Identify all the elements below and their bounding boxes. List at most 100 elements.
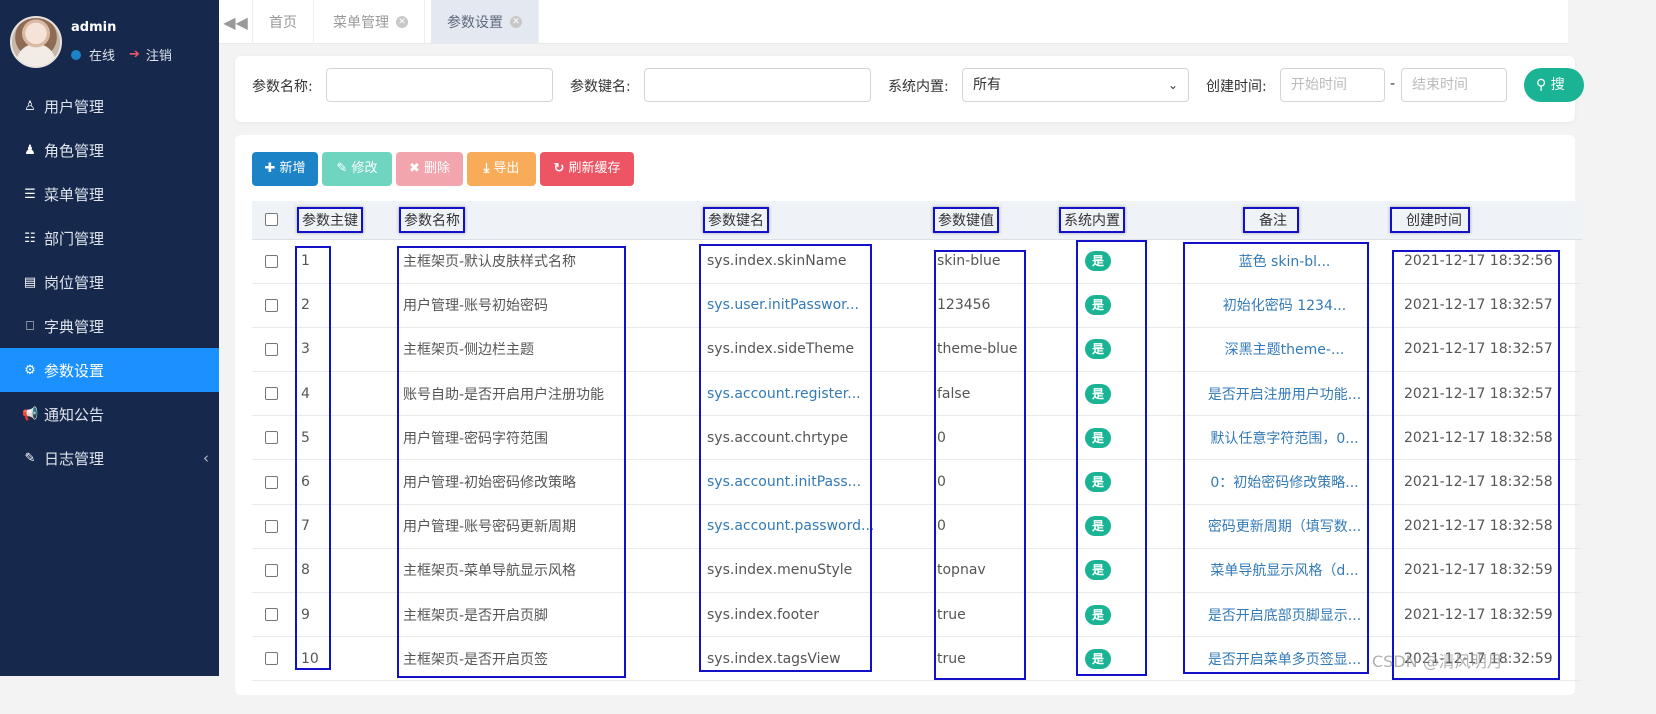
table-row[interactable]: 6 用户管理-初始密码修改策略 sys.account.initPass... 0 是 0… xyxy=(252,459,1582,505)
tab-config-settings[interactable]: 参数设置 ✕ xyxy=(431,0,539,44)
remark-link[interactable]: 菜单导航显示风格（d... xyxy=(1210,563,1358,579)
row-checkbox[interactable] xyxy=(265,652,278,666)
row-checkbox-cell[interactable] xyxy=(252,636,296,682)
remark-link[interactable]: 默认任意字符范围，0... xyxy=(1210,431,1358,447)
cell-builtin: 是 xyxy=(1059,636,1179,682)
col-header-label: 系统内置 xyxy=(1059,206,1125,233)
col-header-key[interactable]: 参数键名 xyxy=(701,201,933,240)
begin-time-input[interactable]: 开始时间 xyxy=(1280,68,1385,102)
row-checkbox[interactable] xyxy=(265,298,278,312)
row-checkbox[interactable] xyxy=(265,563,278,577)
end-time-input[interactable]: 结束时间 xyxy=(1401,68,1507,102)
row-checkbox-cell[interactable] xyxy=(252,592,296,638)
delete-button[interactable]: ✖ 删除 xyxy=(396,152,463,186)
remark-link[interactable]: 是否开启底部页脚显示... xyxy=(1208,608,1361,624)
select-all-checkbox-cell[interactable] xyxy=(252,201,296,240)
remark-link[interactable]: 0：初始密码修改策略... xyxy=(1210,475,1358,491)
row-checkbox-cell[interactable] xyxy=(252,371,296,417)
sidebar-item-4[interactable]: ▤ 岗位管理 xyxy=(0,260,219,304)
online-dot-icon xyxy=(71,49,81,60)
table-row[interactable]: 3 主框架页-侧边栏主题 sys.index.sideTheme theme-blue… xyxy=(252,327,1582,373)
table-body: 1 主框架页-默认皮肤样式名称 sys.index.skinName skin-blu… xyxy=(252,239,1582,682)
col-header-remark[interactable]: 备注 xyxy=(1179,201,1390,240)
search-form: 参数名称: 参数键名: 系统内置: 所有 ⌄ 创建时间: 开始时间 - 结束时间… xyxy=(235,56,1584,122)
config-type-select[interactable]: 所有 ⌄ xyxy=(962,68,1189,102)
config-key-input[interactable] xyxy=(644,68,871,102)
row-checkbox[interactable] xyxy=(265,608,278,622)
col-header-id[interactable]: 参数主键 xyxy=(296,201,397,240)
row-checkbox[interactable] xyxy=(265,475,278,489)
tab-close-icon[interactable]: ✕ xyxy=(510,16,522,28)
table-row[interactable]: 4 账号自助-是否开启用户注册功能 sys.account.register... f… xyxy=(252,371,1582,417)
sidebar-item-0[interactable]: ♙ 用户管理 xyxy=(0,84,219,128)
row-checkbox[interactable] xyxy=(265,254,278,268)
add-button[interactable]: ✚ 新增 xyxy=(252,152,318,186)
sidebar-item-8[interactable]: ✎ 日志管理 ‹ xyxy=(0,436,219,480)
col-header-builtin[interactable]: 系统内置 xyxy=(1059,201,1179,240)
row-checkbox-cell[interactable] xyxy=(252,283,296,328)
cell-remark: 初始化密码 1234... xyxy=(1179,283,1390,328)
config-key[interactable]: sys.account.password... xyxy=(707,518,874,534)
tab-home[interactable]: 首页 xyxy=(253,0,314,44)
remark-link[interactable]: 深黑主题theme-... xyxy=(1225,342,1345,358)
remark-link[interactable]: 是否开启菜单多页签显... xyxy=(1208,652,1361,668)
cell-value: 0 xyxy=(933,415,1059,461)
row-checkbox-cell[interactable] xyxy=(252,239,296,284)
cell-name: 主框架页-是否开启页脚 xyxy=(397,592,701,638)
cell-key: sys.user.initPasswor... xyxy=(701,283,933,328)
delete-button-label: 删除 xyxy=(423,161,450,176)
table-row[interactable]: 9 主框架页-是否开启页脚 sys.index.footer true 是 是否开启底部页… xyxy=(252,592,1582,638)
tab-close-icon[interactable]: ✕ xyxy=(396,16,408,28)
select-all-checkbox[interactable] xyxy=(265,213,278,227)
refresh-cache-button[interactable]: ↻ 刷新缓存 xyxy=(540,152,634,186)
edit-button[interactable]: ✎ 修改 xyxy=(322,152,392,186)
config-key[interactable]: sys.account.initPass... xyxy=(707,474,861,490)
tab-menu-management[interactable]: 菜单管理 ✕ xyxy=(317,0,425,44)
remark-link[interactable]: 蓝色 skin-bl... xyxy=(1239,254,1331,270)
edit-icon: ✎ xyxy=(336,161,348,176)
sign-out-icon[interactable]: ➔ xyxy=(129,47,140,62)
config-key[interactable]: sys.account.register... xyxy=(707,386,861,402)
row-checkbox-cell[interactable] xyxy=(252,327,296,373)
table-row[interactable]: 2 用户管理-账号初始密码 sys.user.initPasswor... 12345… xyxy=(252,283,1582,328)
cell-key: sys.account.password... xyxy=(701,504,933,549)
row-checkbox[interactable] xyxy=(265,431,278,445)
col-header-create-time[interactable]: 创建时间 xyxy=(1390,201,1582,240)
sidebar-item-3[interactable]: ☷ 部门管理 xyxy=(0,216,219,260)
sidebar-item-5[interactable]: ⎕ 字典管理 xyxy=(0,304,219,348)
export-button[interactable]: ⤓ 导出 xyxy=(467,152,536,186)
table-row[interactable]: 1 主框架页-默认皮肤样式名称 sys.index.skinName skin-blu… xyxy=(252,239,1582,284)
table-row[interactable]: 7 用户管理-账号密码更新周期 sys.account.password... 0 是 密… xyxy=(252,504,1582,549)
row-checkbox[interactable] xyxy=(265,342,278,356)
row-checkbox-cell[interactable] xyxy=(252,459,296,505)
sidebar-item-1[interactable]: ♟ 角色管理 xyxy=(0,128,219,172)
cell-create-time: 2021-12-17 18:32:57 xyxy=(1390,283,1582,328)
remark-link[interactable]: 初始化密码 1234... xyxy=(1223,298,1346,314)
cell-name: 账号自助-是否开启用户注册功能 xyxy=(397,371,701,417)
logout-link[interactable]: 注销 xyxy=(146,45,172,64)
cell-id: 1 xyxy=(296,239,397,284)
config-name-input[interactable] xyxy=(326,68,553,102)
table-row[interactable]: 8 主框架页-菜单导航显示风格 sys.index.menuStyle topnav 是… xyxy=(252,548,1582,594)
row-checkbox-cell[interactable] xyxy=(252,415,296,461)
tab-scroll-left-icon[interactable]: ◀◀ xyxy=(219,0,253,44)
avatar[interactable] xyxy=(10,16,62,68)
col-header-name[interactable]: 参数名称 xyxy=(397,201,701,240)
sidebar-item-2[interactable]: ☰ 菜单管理 xyxy=(0,172,219,216)
col-header-value[interactable]: 参数键值 xyxy=(933,201,1059,240)
row-checkbox-cell[interactable] xyxy=(252,548,296,594)
sidebar-item-6[interactable]: ⚙ 参数设置 xyxy=(0,348,219,392)
remark-link[interactable]: 是否开启注册用户功能... xyxy=(1208,387,1361,403)
chevron-left-icon[interactable]: ‹ xyxy=(203,449,209,467)
config-key[interactable]: sys.user.initPasswor... xyxy=(707,297,859,313)
sidebar-item-label: 岗位管理 xyxy=(44,273,105,292)
table-row[interactable]: 5 用户管理-密码字符范围 sys.account.chrtype 0 是 默认任意字符范… xyxy=(252,415,1582,461)
remark-link[interactable]: 密码更新周期（填写数... xyxy=(1208,519,1361,535)
row-checkbox-cell[interactable] xyxy=(252,504,296,549)
config-table: 参数主键 参数名称 参数键名 参数键值 系统内置 备注 创建时间 1 主框架页-默… xyxy=(252,201,1582,682)
row-checkbox[interactable] xyxy=(265,519,278,533)
sidebar-item-7[interactable]: 📢 通知公告 xyxy=(0,392,219,436)
search-button[interactable]: ⚲ 搜 xyxy=(1524,68,1584,102)
row-checkbox[interactable] xyxy=(265,387,278,401)
tab-label: 参数设置 xyxy=(447,15,503,31)
